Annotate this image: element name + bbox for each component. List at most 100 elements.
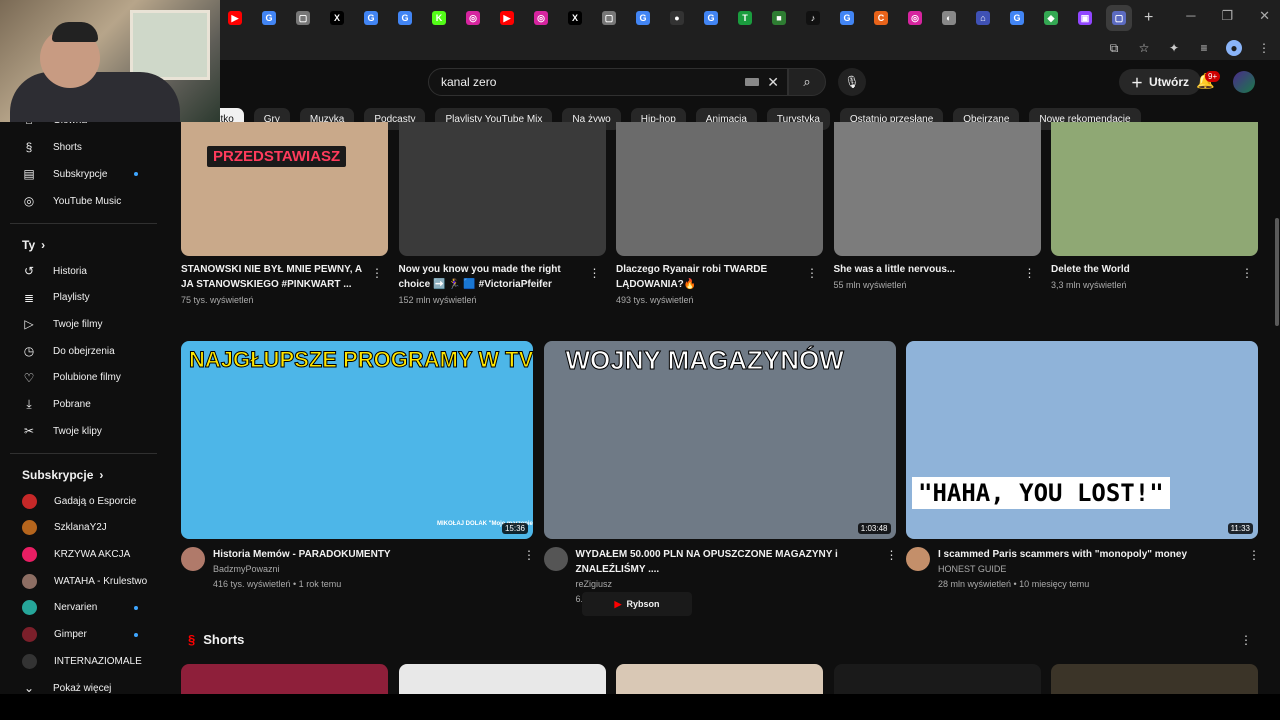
bookmark-star-icon[interactable]: ☆ (1136, 40, 1152, 56)
browser-tab[interactable]: X (324, 5, 350, 31)
browser-tab[interactable]: ▶ (494, 5, 520, 31)
browser-tab[interactable]: ◎ (460, 5, 486, 31)
sidebar-item-label: Nervarien (54, 602, 98, 614)
sidebar-item[interactable]: ≣ Playlisty (22, 288, 90, 308)
video-menu-icon[interactable]: ⋮ (523, 548, 535, 562)
divider (10, 223, 157, 224)
video-title[interactable]: STANOWSKI NIE BYŁ MNIE PEWNY, A JA STANO… (181, 262, 366, 292)
channel-avatar[interactable] (543, 547, 568, 571)
keyboard-icon[interactable] (745, 78, 759, 86)
video-title[interactable]: Dlaczego Ryanair robi TWARDE LĄDOWANIA?🔥 (616, 262, 801, 292)
browser-tab[interactable]: T (732, 5, 758, 31)
scrollbar[interactable] (1275, 218, 1279, 326)
browser-tab[interactable]: G (698, 5, 724, 31)
sidebar-item[interactable]: INTERNAZIOMALE (22, 651, 142, 671)
mic-button[interactable]: 🎙 (838, 68, 866, 96)
browser-tab[interactable]: ◐ (936, 5, 962, 31)
video-menu-icon[interactable]: ⋮ (1248, 548, 1260, 562)
channel-name[interactable]: HONEST GUIDE (938, 562, 1006, 576)
browser-tab[interactable]: ▶ (222, 5, 248, 31)
sidebar-item[interactable]: WATAHA - Krulestwo (22, 571, 147, 591)
video-thumbnail[interactable] (833, 122, 1041, 256)
browser-tab[interactable]: G (392, 5, 418, 31)
sidebar-item[interactable]: ♡ Polubione filmy (22, 368, 121, 388)
video-menu-icon[interactable]: ⋮ (886, 548, 898, 562)
sidebar-item[interactable]: ▷ Twoje filmy (22, 314, 102, 334)
video-thumbnail[interactable]: perimeter (1051, 122, 1258, 256)
sidebar-item[interactable]: ⤓ Pobrane (22, 395, 90, 415)
browser-tab[interactable]: G (1004, 5, 1030, 31)
sidebar-item[interactable]: Nervarien (22, 598, 138, 618)
channel-name[interactable]: BadzmyPowazni (213, 562, 280, 576)
browser-tab[interactable]: G (630, 5, 656, 31)
video-menu-icon[interactable]: ⋮ (1024, 266, 1036, 280)
sidebar-item[interactable]: Gimper (22, 625, 138, 645)
browser-tab[interactable]: K (426, 5, 452, 31)
search-button[interactable]: ⌕ (788, 68, 826, 96)
video-thumbnail[interactable]: WOJNY MAGAZYNÓW 1:03:48 (543, 341, 896, 539)
menu-icon[interactable]: ⋮ (1256, 40, 1272, 56)
browser-tab[interactable]: ● (664, 5, 690, 31)
minimize-icon[interactable]: ─ (1186, 8, 1195, 24)
video-thumbnail[interactable] (398, 122, 606, 256)
browser-tab[interactable]: ▢ (596, 5, 622, 31)
video-title[interactable]: I scammed Paris scammers with "monopoly"… (938, 547, 1238, 562)
browser-tab[interactable]: G (256, 5, 282, 31)
browser-tab[interactable]: ■ (766, 5, 792, 31)
sidebar-item[interactable]: KRZYWA AKCJA (22, 544, 130, 564)
video-title[interactable]: Historia Memów - PARADOKUMENTY (213, 547, 513, 562)
video-menu-icon[interactable]: ⋮ (1241, 266, 1253, 280)
new-tab-icon[interactable]: + (1144, 9, 1153, 27)
browser-tab[interactable]: ◆ (1038, 5, 1064, 31)
sidebar-item[interactable]: SzklanaY2J (22, 518, 107, 538)
video-title[interactable]: WYDAŁEM 50.000 PLN NA OPUSZCZONE MAGAZYN… (576, 547, 876, 577)
channel-avatar[interactable] (906, 547, 930, 571)
video-thumbnail[interactable]: "HAHA, YOU LOST!" 11:33 (906, 341, 1258, 539)
sidebar-item[interactable]: ↺ Historia (22, 261, 87, 281)
video-menu-icon[interactable]: ⋮ (806, 266, 818, 280)
video-thumbnail[interactable]: PRZEDSTAWIASZ (181, 122, 388, 256)
browser-tab[interactable]: ▢ (1106, 5, 1132, 31)
extensions-icon[interactable]: ✦ (1166, 40, 1182, 56)
browser-tab[interactable]: ▢ (290, 5, 316, 31)
browser-tab[interactable]: ◎ (902, 5, 928, 31)
you-section-header[interactable]: Ty › (22, 238, 45, 252)
sidebar-item[interactable]: ◷ Do obejrzenia (22, 341, 115, 361)
sidebar-item[interactable]: § Shorts (22, 137, 82, 157)
sidebar-item[interactable]: ▤ Subskrypcje (22, 164, 138, 184)
video-title[interactable]: She was a little nervous... (834, 262, 1019, 277)
video-title[interactable]: Delete the World (1051, 262, 1236, 277)
create-button[interactable]: ＋ Utwórz (1119, 69, 1202, 95)
search-input[interactable]: kanal zero ✕ (428, 68, 788, 96)
profile-icon[interactable]: ● (1226, 40, 1242, 56)
sidebar-item[interactable]: ◎ YouTube Music (22, 191, 121, 211)
video-thumbnail[interactable] (616, 122, 823, 256)
video-thumbnail[interactable]: NAJGŁUPSZE PROGRAMY W TV MIKOŁAJ DOLAK "M… (181, 341, 533, 539)
subscriptions-section-header[interactable]: Subskrypcje › (22, 468, 103, 482)
video-menu-icon[interactable]: ⋮ (589, 266, 601, 280)
video-menu-icon[interactable]: ⋮ (371, 266, 383, 280)
browser-tab[interactable]: X (562, 5, 588, 31)
browser-tab[interactable]: G (358, 5, 384, 31)
video-title[interactable]: Now you know you made the right choice ➡… (399, 262, 584, 292)
section-title: Ty (22, 238, 36, 252)
restore-icon[interactable]: ❐ (1221, 8, 1233, 24)
browser-tab[interactable]: C (868, 5, 894, 31)
section-title: Subskrypcje (22, 468, 94, 482)
tab-icon: ▢ (602, 11, 616, 25)
media-icon[interactable]: ≡ (1196, 40, 1212, 56)
sidebar-item[interactable]: Gadają o Esporcie (22, 491, 136, 511)
sidebar-item[interactable]: ✂ Twoje klipy (22, 421, 102, 441)
browser-tab[interactable]: ⌂ (970, 5, 996, 31)
clear-icon[interactable]: ✕ (767, 74, 779, 91)
close-window-icon[interactable]: ✕ (1259, 8, 1270, 24)
browser-tab[interactable]: ♪ (800, 5, 826, 31)
shorts-menu-icon[interactable]: ⋮ (1240, 633, 1252, 647)
browser-tab[interactable]: ◎ (528, 5, 554, 31)
browser-tab[interactable]: G (834, 5, 860, 31)
channel-name[interactable]: reZigiusz (576, 577, 613, 591)
browser-tab[interactable]: ▣ (1072, 5, 1098, 31)
channel-avatar[interactable] (181, 547, 205, 571)
avatar[interactable] (1233, 71, 1255, 93)
cast-icon[interactable]: ⧉ (1106, 40, 1122, 56)
